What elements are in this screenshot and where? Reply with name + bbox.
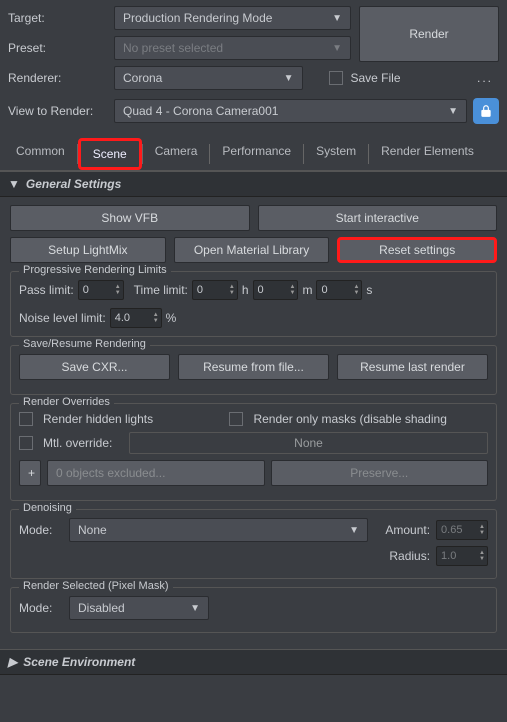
preset-value: No preset selected [123, 41, 223, 55]
denoise-mode-dropdown[interactable]: None ▼ [69, 518, 368, 542]
mtl-override-checkbox[interactable] [19, 436, 33, 450]
render-button[interactable]: Render [359, 6, 499, 62]
start-interactive-button[interactable]: Start interactive [258, 205, 498, 231]
view-to-render-value: Quad 4 - Corona Camera001 [123, 104, 278, 118]
denoising-group: Denoising Mode: None ▼ Amount: ▲▼ Radius… [10, 509, 497, 579]
pass-limit-spinner[interactable]: ▲▼ [78, 280, 124, 300]
chevron-down-icon: ▼ [349, 525, 359, 536]
denoise-amount-input[interactable] [437, 521, 477, 539]
tab-camera[interactable]: Camera [143, 138, 210, 170]
collapse-icon: ▼ [8, 177, 20, 191]
renderer-dropdown[interactable]: Corona ▼ [114, 66, 303, 90]
general-settings-title: General Settings [26, 177, 121, 191]
denoise-radius-spinner[interactable]: ▲▼ [436, 546, 488, 566]
denoise-radius-label: Radius: [374, 549, 430, 563]
target-dropdown[interactable]: Production Rendering Mode ▼ [114, 6, 351, 30]
lock-view-button[interactable] [473, 98, 499, 124]
mtl-override-label: Mtl. override: [43, 436, 123, 450]
general-settings-header[interactable]: ▼ General Settings [0, 171, 507, 197]
noise-pct: % [166, 311, 177, 325]
denoise-mode-label: Mode: [19, 523, 63, 537]
noise-limit-spinner[interactable]: ▲▼ [110, 308, 162, 328]
render-overrides-label: Render Overrides [19, 396, 114, 408]
time-m-spinner[interactable]: ▲▼ [253, 280, 299, 300]
time-m-input[interactable] [254, 281, 288, 299]
pass-limit-input[interactable] [79, 281, 113, 299]
preserve-button[interactable]: Preserve... [271, 460, 489, 486]
save-file-label: Save File [351, 71, 401, 85]
time-m-unit: m [302, 283, 312, 297]
save-file-browse-button[interactable]: ... [471, 71, 499, 85]
time-h-spinner[interactable]: ▲▼ [192, 280, 238, 300]
render-hidden-label: Render hidden lights [43, 412, 223, 426]
denoise-amount-spinner[interactable]: ▲▼ [436, 520, 488, 540]
render-hidden-checkbox[interactable] [19, 412, 33, 426]
preset-label: Preset: [8, 41, 108, 55]
save-cxr-button[interactable]: Save CXR... [19, 354, 170, 380]
render-selected-label: Render Selected (Pixel Mask) [19, 580, 173, 592]
save-resume-label: Save/Resume Rendering [19, 338, 150, 350]
setup-lightmix-button[interactable]: Setup LightMix [10, 237, 166, 263]
rs-mode-label: Mode: [19, 601, 63, 615]
noise-limit-label: Noise level limit: [19, 311, 106, 325]
noise-limit-input[interactable] [111, 309, 151, 327]
rs-mode-value: Disabled [78, 601, 125, 615]
renderer-value: Corona [123, 71, 162, 85]
tab-scene[interactable]: Scene [78, 138, 142, 170]
expand-icon: ▶ [8, 655, 17, 669]
chevron-down-icon: ▼ [190, 603, 200, 614]
exclude-add-button[interactable]: + [19, 460, 41, 486]
open-material-library-button[interactable]: Open Material Library [174, 237, 330, 263]
mtl-override-slot[interactable]: None [129, 432, 488, 454]
target-value: Production Rendering Mode [123, 11, 272, 25]
denoise-mode-value: None [78, 523, 107, 537]
reset-settings-button[interactable]: Reset settings [337, 237, 497, 263]
save-file-checkbox[interactable] [329, 71, 343, 85]
renderer-label: Renderer: [8, 71, 108, 85]
view-to-render-dropdown[interactable]: Quad 4 - Corona Camera001 ▼ [114, 99, 467, 123]
preset-dropdown[interactable]: No preset selected ▼ [114, 36, 351, 60]
excluded-objects-button[interactable]: 0 objects excluded... [47, 460, 265, 486]
time-s-unit: s [366, 283, 372, 297]
tab-render-elements[interactable]: Render Elements [369, 138, 486, 170]
save-resume-group: Save/Resume Rendering Save CXR... Resume… [10, 345, 497, 395]
view-to-render-label: View to Render: [8, 104, 108, 118]
resume-last-button[interactable]: Resume last render [337, 354, 488, 380]
tab-system[interactable]: System [304, 138, 368, 170]
chevron-down-icon: ▼ [332, 43, 342, 54]
time-s-spinner[interactable]: ▲▼ [316, 280, 362, 300]
render-masks-checkbox[interactable] [229, 412, 243, 426]
chevron-down-icon: ▼ [332, 13, 342, 24]
time-limit-label: Time limit: [134, 283, 188, 297]
tab-common[interactable]: Common [4, 138, 77, 170]
render-masks-label: Render only masks (disable shading [253, 412, 488, 426]
chevron-down-icon: ▼ [448, 106, 458, 117]
lock-icon [479, 104, 493, 118]
rs-mode-dropdown[interactable]: Disabled ▼ [69, 596, 209, 620]
time-h-unit: h [242, 283, 249, 297]
denoise-amount-label: Amount: [374, 523, 430, 537]
time-s-input[interactable] [317, 281, 351, 299]
progressive-limits-group: Progressive Rendering Limits Pass limit:… [10, 271, 497, 337]
pass-limit-label: Pass limit: [19, 283, 74, 297]
tab-performance[interactable]: Performance [210, 138, 303, 170]
render-overrides-group: Render Overrides Render hidden lights Re… [10, 403, 497, 501]
show-vfb-button[interactable]: Show VFB [10, 205, 250, 231]
target-label: Target: [8, 11, 108, 25]
render-selected-group: Render Selected (Pixel Mask) Mode: Disab… [10, 587, 497, 633]
scene-environment-header[interactable]: ▶ Scene Environment [0, 649, 507, 675]
denoising-label: Denoising [19, 502, 76, 514]
progressive-limits-label: Progressive Rendering Limits [19, 264, 171, 276]
scene-environment-title: Scene Environment [23, 655, 135, 669]
tabs-bar: Common Scene Camera Performance System R… [0, 138, 507, 171]
denoise-radius-input[interactable] [437, 547, 477, 565]
chevron-down-icon: ▼ [284, 73, 294, 84]
time-h-input[interactable] [193, 281, 227, 299]
resume-from-file-button[interactable]: Resume from file... [178, 354, 329, 380]
